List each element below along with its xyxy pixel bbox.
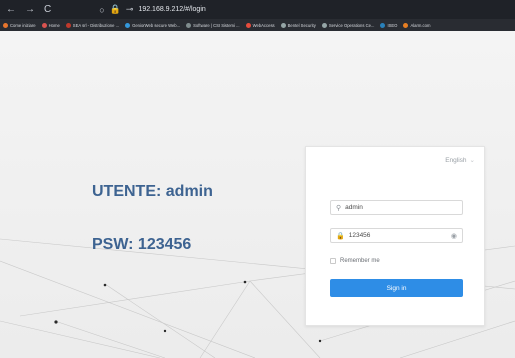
bookmark-icon [125,22,131,28]
chevron-down-icon: ⌄ [469,157,475,164]
bookmark-label: Service Operations Ce... [328,22,375,28]
bookmark-label: Software | CSI Sistemi ... [193,22,240,28]
bookmark-item[interactable]: Home [41,22,60,28]
bookmark-item[interactable]: GeniorWeb secure Web... [125,22,181,28]
bookmark-icon [65,22,71,28]
language-select[interactable]: English ⌄ [445,156,475,165]
bookmark-label: Come iniziare [10,22,36,28]
bookmark-icon [186,22,192,28]
user-icon: ⚲ [336,204,342,212]
bookmark-label: Home [48,22,60,28]
bookmark-label: Bentel Security [287,22,316,28]
address-text: 192.168.9.212/#/login [138,6,206,13]
sign-in-button[interactable]: Sign in [330,279,463,297]
bookmark-icon [403,22,409,28]
bookmark-item[interactable]: SEA srl - Distribuzione ... [65,22,120,28]
bookmark-icon [41,22,47,28]
bookmarks-bar: Come iniziare Home SEA srl - Distribuzione… [0,19,515,31]
eye-icon[interactable]: ◉ [451,232,457,240]
remember-label: Remember me [340,258,380,264]
password-value: 123456 [348,232,371,239]
login-card: English ⌄ ⚲ admin 🔒 123456 ◉ Remember me… [305,146,485,326]
bookmark-label: ISEO [387,22,398,28]
address-bar[interactable]: ○ 🔒 ⊸ 192.168.9.212/#/login [99,4,206,15]
back-icon[interactable]: ← [6,4,16,15]
key-icon: ⊸ [125,4,134,14]
nav-buttons: ← → C [0,4,51,15]
language-label: English [445,156,467,164]
bookmark-icon [380,22,386,28]
password-input[interactable]: 🔒 123456 ◉ [330,228,463,243]
bookmark-icon [3,22,8,28]
bookmark-icon [245,22,251,28]
bookmark-icon [321,22,327,28]
bookmark-item[interactable]: Software | CSI Sistemi ... [186,22,240,28]
login-page: UTENTE: admin PSW: 123456 English ⌄ ⚲ ad… [0,31,515,358]
bookmark-label: Alarm.com [410,22,431,28]
overlay-username-note: UTENTE: admin [92,183,213,200]
bookmark-item[interactable]: Service Operations Ce... [321,22,375,28]
bookmark-item[interactable]: Bentel Security [280,22,316,28]
bookmark-item[interactable]: Come iniziare [3,22,36,28]
bookmark-item[interactable]: WebAccess [245,22,275,28]
bookmark-item[interactable]: ISEO [380,22,398,28]
bookmark-icon [280,22,286,28]
lock-icon: 🔒 [109,4,121,14]
bookmark-label: WebAccess [252,22,275,28]
shield-icon: ○ [99,4,105,15]
reload-icon[interactable]: C [44,4,51,15]
remember-checkbox[interactable] [330,258,336,264]
username-value: admin [345,204,363,211]
bookmark-label: SEA srl - Distribuzione ... [72,22,120,28]
bookmark-label: GeniorWeb secure Web... [132,22,181,28]
browser-toolbar: ← → C ○ 🔒 ⊸ 192.168.9.212/#/login [0,0,515,19]
overlay-password-note: PSW: 123456 [92,236,192,253]
bookmark-item[interactable]: Alarm.com [403,22,431,28]
username-input[interactable]: ⚲ admin [330,200,463,215]
lock-icon: 🔒 [336,232,345,240]
remember-me[interactable]: Remember me [330,258,380,264]
forward-icon[interactable]: → [25,4,35,15]
